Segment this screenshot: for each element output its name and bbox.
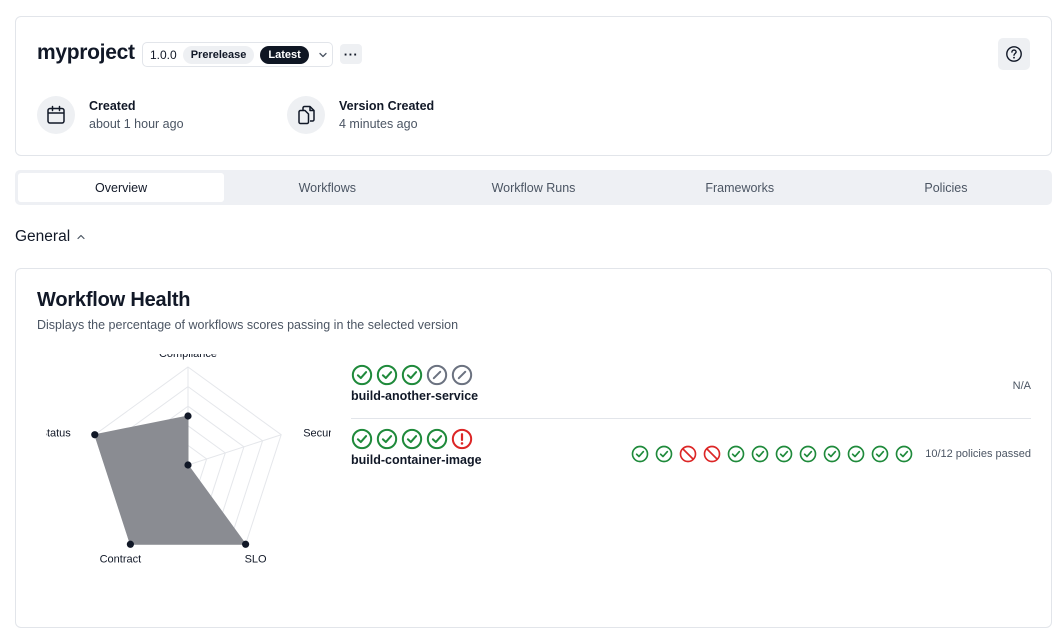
radar-axis-label: SLO <box>245 553 267 565</box>
workflow-health-card: Workflow Health Displays the percentage … <box>15 268 1052 628</box>
tab-workflow-runs[interactable]: Workflow Runs <box>430 173 636 202</box>
check-circle-icon <box>751 445 769 463</box>
check-circle-icon <box>631 445 649 463</box>
tab-policies[interactable]: Policies <box>843 173 1049 202</box>
check-circle-icon <box>895 445 913 463</box>
check-circle-icon <box>847 445 865 463</box>
workflow-name-link[interactable]: build-another-service <box>351 389 1031 403</box>
radar-axis-label: Contract <box>100 553 142 565</box>
check-circle-icon <box>799 445 817 463</box>
copy-icon <box>287 96 325 134</box>
check-circle-icon <box>401 364 423 386</box>
chevron-down-icon <box>319 52 327 57</box>
alert-circle-icon <box>451 428 473 450</box>
workflow-row: build-another-service N/A <box>351 364 1031 419</box>
radar-point <box>126 540 134 548</box>
policy-summary: 10/12 policies passed <box>925 448 1031 460</box>
workflow-row: build-container-image 10/12 policies pas… <box>351 428 1031 483</box>
project-header-card: myproject 1.0.0 Prerelease Latest ··· Cr… <box>15 16 1052 156</box>
radar-chart: Compliance Security SLO Contract Status <box>46 354 331 565</box>
skipped-icon <box>451 364 473 386</box>
radar-point <box>184 412 192 420</box>
calendar-icon <box>37 96 75 134</box>
more-options-button[interactable]: ··· <box>340 44 362 64</box>
version-created-value: 4 minutes ago <box>339 117 418 131</box>
radar-area <box>94 415 247 545</box>
project-title: myproject <box>37 41 135 64</box>
check-circle-icon <box>823 445 841 463</box>
check-circle-icon <box>376 428 398 450</box>
general-section-toggle[interactable]: General <box>15 228 86 246</box>
check-circle-icon <box>775 445 793 463</box>
check-circle-icon <box>351 428 373 450</box>
chevron-up-icon <box>77 234 85 240</box>
help-button[interactable] <box>998 38 1030 70</box>
version-number: 1.0.0 <box>150 47 177 62</box>
health-title: Workflow Health <box>37 289 191 311</box>
tab-bar: Overview Workflows Workflow Runs Framewo… <box>15 170 1052 205</box>
radar-point <box>184 461 192 469</box>
prerelease-badge: Prerelease <box>182 45 255 64</box>
workflow-summary: N/A <box>1012 380 1031 392</box>
tab-workflows[interactable]: Workflows <box>224 173 430 202</box>
radar-axis-label: Status <box>46 428 71 440</box>
check-circle-icon <box>376 364 398 386</box>
check-circle-icon <box>351 364 373 386</box>
created-label: Created <box>89 99 136 113</box>
radar-point <box>91 431 99 439</box>
radar-axis-label: Security <box>303 428 331 440</box>
version-created-info: Version Created 4 minutes ago <box>287 96 434 134</box>
health-subtitle: Displays the percentage of workflows sco… <box>37 318 459 332</box>
created-value: about 1 hour ago <box>89 117 184 131</box>
tab-overview[interactable]: Overview <box>18 173 225 202</box>
version-created-label: Version Created <box>339 99 435 113</box>
check-circle-icon <box>401 428 423 450</box>
created-info: Created about 1 hour ago <box>37 96 184 134</box>
check-circle-icon <box>426 428 448 450</box>
tab-frameworks[interactable]: Frameworks <box>637 173 843 202</box>
check-circle-icon <box>727 445 745 463</box>
radar-spoke <box>187 434 282 466</box>
blocked-icon <box>679 445 697 463</box>
radar-axis-label: Compliance <box>159 354 217 360</box>
policy-icon-list <box>631 445 913 463</box>
radar-point <box>242 540 250 548</box>
check-circle-icon <box>655 445 673 463</box>
latest-badge: Latest <box>260 45 309 64</box>
section-title: General <box>15 228 71 245</box>
workflow-status-icons <box>351 364 1031 386</box>
version-select[interactable]: 1.0.0 Prerelease Latest <box>142 42 333 67</box>
policy-results: 10/12 policies passed <box>631 445 1031 463</box>
check-circle-icon <box>871 445 889 463</box>
help-icon <box>1006 46 1022 62</box>
blocked-icon <box>703 445 721 463</box>
skipped-icon <box>426 364 448 386</box>
